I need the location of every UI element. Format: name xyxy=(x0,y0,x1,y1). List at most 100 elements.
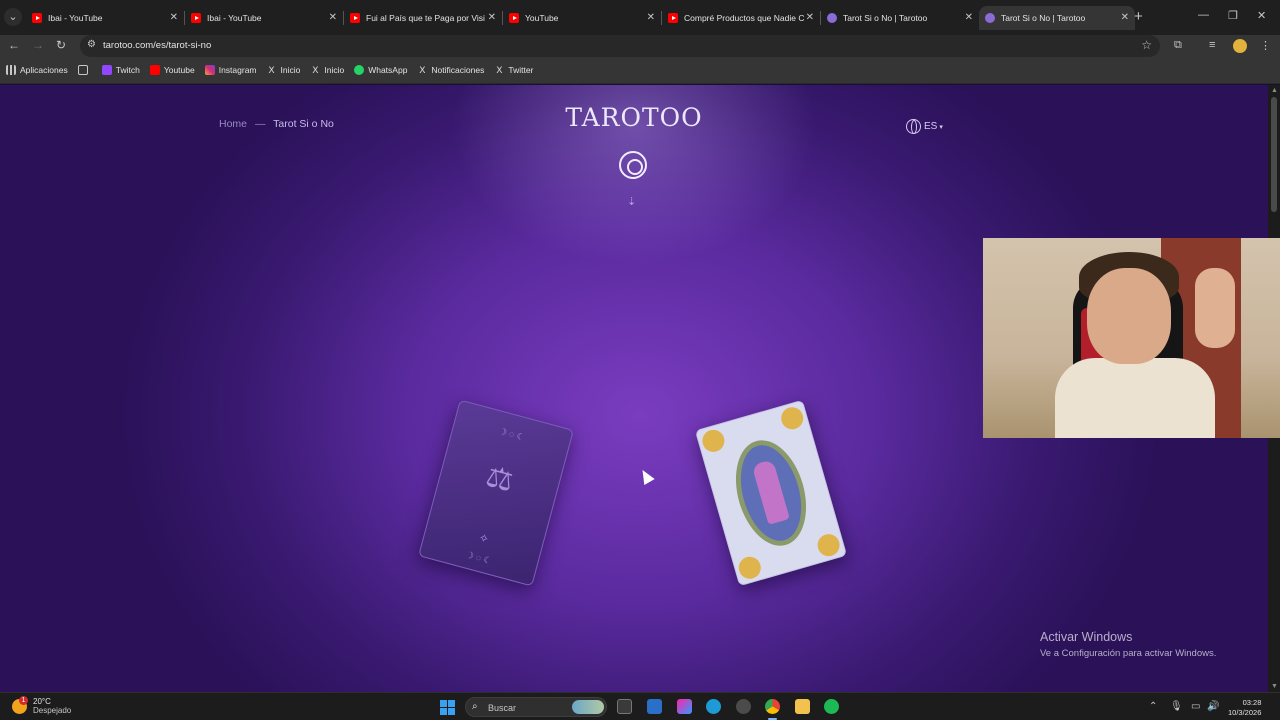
tarotoo-icon xyxy=(985,13,995,23)
microphone-icon[interactable]: 🎙 xyxy=(1170,701,1183,712)
bookmark-x-inicio[interactable]: X Inicio xyxy=(267,65,301,75)
tab-search-button[interactable]: ⌄ xyxy=(4,8,22,26)
bookmark-apps[interactable]: Aplicaciones xyxy=(6,65,68,75)
tab[interactable]: Tarot Si o No | Tarotoo ✕ xyxy=(821,6,979,30)
apps-icon xyxy=(6,65,16,75)
app-icon[interactable] xyxy=(736,699,751,714)
youtube-icon xyxy=(191,13,201,23)
chevron-up-icon[interactable]: ⌃ xyxy=(1149,701,1157,712)
scroll-down-icon[interactable]: ⇣ xyxy=(627,195,636,208)
system-clock[interactable]: 03:28 10/3/2026 xyxy=(1228,698,1261,718)
bookmark-notificaciones[interactable]: X Notificaciones xyxy=(417,65,484,75)
close-icon[interactable]: ✕ xyxy=(170,6,178,30)
bookmark-twitch[interactable]: Twitch xyxy=(101,65,140,75)
scroll-down-arrow-icon[interactable]: ▼ xyxy=(1271,683,1278,690)
weather-condition: Despejado xyxy=(33,706,72,715)
card-corner-icon xyxy=(814,531,843,559)
windows-start-icon[interactable] xyxy=(440,700,455,715)
edge-icon[interactable] xyxy=(706,699,721,714)
language-selector[interactable]: ES ▾ xyxy=(906,119,943,134)
forward-icon[interactable]: → xyxy=(32,38,44,52)
bookmark-label: Aplicaciones xyxy=(20,65,68,75)
youtube-icon xyxy=(32,13,42,23)
tab-title: Tarot Si o No | Tarotoo xyxy=(843,13,928,23)
outlook-icon[interactable] xyxy=(647,699,662,714)
sun-icon: 1 xyxy=(12,695,28,714)
site-logo[interactable]: TAROTOO xyxy=(560,103,708,132)
x-icon: X xyxy=(419,65,426,75)
file-explorer-icon[interactable] xyxy=(795,699,810,714)
bookmark-label: WhatsApp xyxy=(368,65,408,75)
webcam-overlay xyxy=(983,238,1280,438)
volume-icon[interactable]: 🔊 xyxy=(1207,701,1219,712)
close-icon[interactable]: ✕ xyxy=(806,6,814,30)
close-icon[interactable]: ✕ xyxy=(488,6,496,30)
mouse-cursor xyxy=(637,466,655,486)
globe-icon xyxy=(906,119,921,134)
bookmark-twitter[interactable]: X Twitter xyxy=(494,65,533,75)
task-view-icon[interactable] xyxy=(617,699,632,714)
tarot-card-back[interactable]: ☽ ◌ ☾ ⚖ ✧ ☽ ◌ ☾ xyxy=(418,399,574,587)
bookmark-instagram[interactable]: Instagram xyxy=(204,65,257,75)
card-corner-icon xyxy=(699,427,728,455)
address-bar[interactable]: ⚙ tarotoo.com/es/tarot-si-no ☆ xyxy=(80,35,1160,57)
back-icon[interactable]: ← xyxy=(8,38,20,52)
bookmark-label: Inicio xyxy=(280,65,301,75)
scroll-thumb[interactable] xyxy=(1271,97,1277,212)
scales-icon: ⚖ xyxy=(482,459,518,499)
emblem-icon xyxy=(619,151,647,179)
tab[interactable]: YouTube ✕ xyxy=(503,6,661,30)
bookmark-whatsapp[interactable]: WhatsApp xyxy=(354,65,407,75)
spotify-icon[interactable] xyxy=(824,699,839,714)
tarot-card-front[interactable] xyxy=(694,399,848,587)
bookmark-grid[interactable] xyxy=(77,65,92,75)
weather-temp: 20°C xyxy=(33,697,51,706)
bookmark-youtube[interactable]: Youtube xyxy=(149,65,195,75)
chrome-icon[interactable] xyxy=(765,699,780,720)
language-label: ES xyxy=(924,121,938,132)
bookmark-x-inicio-2[interactable]: X Inicio xyxy=(310,65,344,75)
windows-taskbar: 1 20°C Despejado ⌕ Buscar ⌃ 🎙 ▭ 🔊 03:28 … xyxy=(0,692,1280,720)
restore-icon[interactable]: ❐ xyxy=(1228,9,1238,22)
breadcrumb-home-link[interactable]: Home xyxy=(219,118,247,130)
search-icon: ⌕ xyxy=(472,701,478,712)
close-icon[interactable]: ✕ xyxy=(329,6,337,30)
tab[interactable]: Ibai - YouTube ✕ xyxy=(185,6,343,30)
copilot-icon[interactable] xyxy=(677,699,692,714)
close-icon[interactable]: ✕ xyxy=(965,6,973,30)
weather-widget[interactable]: 1 20°C Despejado xyxy=(12,695,72,715)
bookmark-label: Twitch xyxy=(115,65,140,75)
minimize-icon[interactable]: — xyxy=(1198,9,1209,21)
tab-title: Ibai - YouTube xyxy=(207,13,262,23)
tab[interactable]: Ibai - YouTube ✕ xyxy=(26,6,184,30)
notification-badge: 1 xyxy=(19,695,28,705)
tab[interactable]: Compré Productos que Nadie C ✕ xyxy=(662,6,820,30)
new-tab-button[interactable]: + xyxy=(1134,8,1143,25)
tab[interactable]: Fui al País que te Paga por Visi ✕ xyxy=(344,6,502,30)
instagram-icon xyxy=(204,65,215,75)
close-icon[interactable]: ✕ xyxy=(1121,6,1129,30)
media-control-icon[interactable]: ≡ xyxy=(1209,39,1215,51)
tab-title: Tarot Si o No | Tarotoo xyxy=(1001,13,1086,23)
tabs: Ibai - YouTube ✕ Ibai - YouTube ✕ Fui al… xyxy=(26,6,1135,30)
moon-symbol-icon: ☽ ◌ ☾ xyxy=(497,425,526,443)
card-corner-icon xyxy=(778,404,806,432)
profile-avatar[interactable] xyxy=(1233,39,1247,53)
site-info-icon[interactable]: ⚙ xyxy=(87,39,96,50)
menu-icon[interactable]: ⋮ xyxy=(1260,39,1271,52)
x-icon: X xyxy=(496,65,503,75)
browser-toolbar: ← → ↻ ⚙ tarotoo.com/es/tarot-si-no ☆ ⧉ ≡… xyxy=(0,35,1280,57)
bookmark-label: Notificaciones xyxy=(431,65,485,75)
card-corner-icon xyxy=(736,554,764,582)
extensions-icon[interactable]: ⧉ xyxy=(1174,39,1182,52)
reload-icon[interactable]: ↻ xyxy=(56,38,66,52)
network-icon[interactable]: ▭ xyxy=(1191,701,1200,712)
tab-active[interactable]: Tarot Si o No | Tarotoo ✕ xyxy=(979,6,1135,30)
twitch-icon xyxy=(101,65,112,75)
close-icon[interactable]: ✕ xyxy=(647,6,655,30)
bookmark-star-icon[interactable]: ☆ xyxy=(1141,38,1152,52)
url-text[interactable]: tarotoo.com/es/tarot-si-no xyxy=(103,40,211,51)
taskbar-search[interactable]: ⌕ Buscar xyxy=(465,697,607,717)
close-window-icon[interactable]: ✕ xyxy=(1257,9,1266,22)
scroll-up-arrow-icon[interactable]: ▲ xyxy=(1271,87,1278,94)
